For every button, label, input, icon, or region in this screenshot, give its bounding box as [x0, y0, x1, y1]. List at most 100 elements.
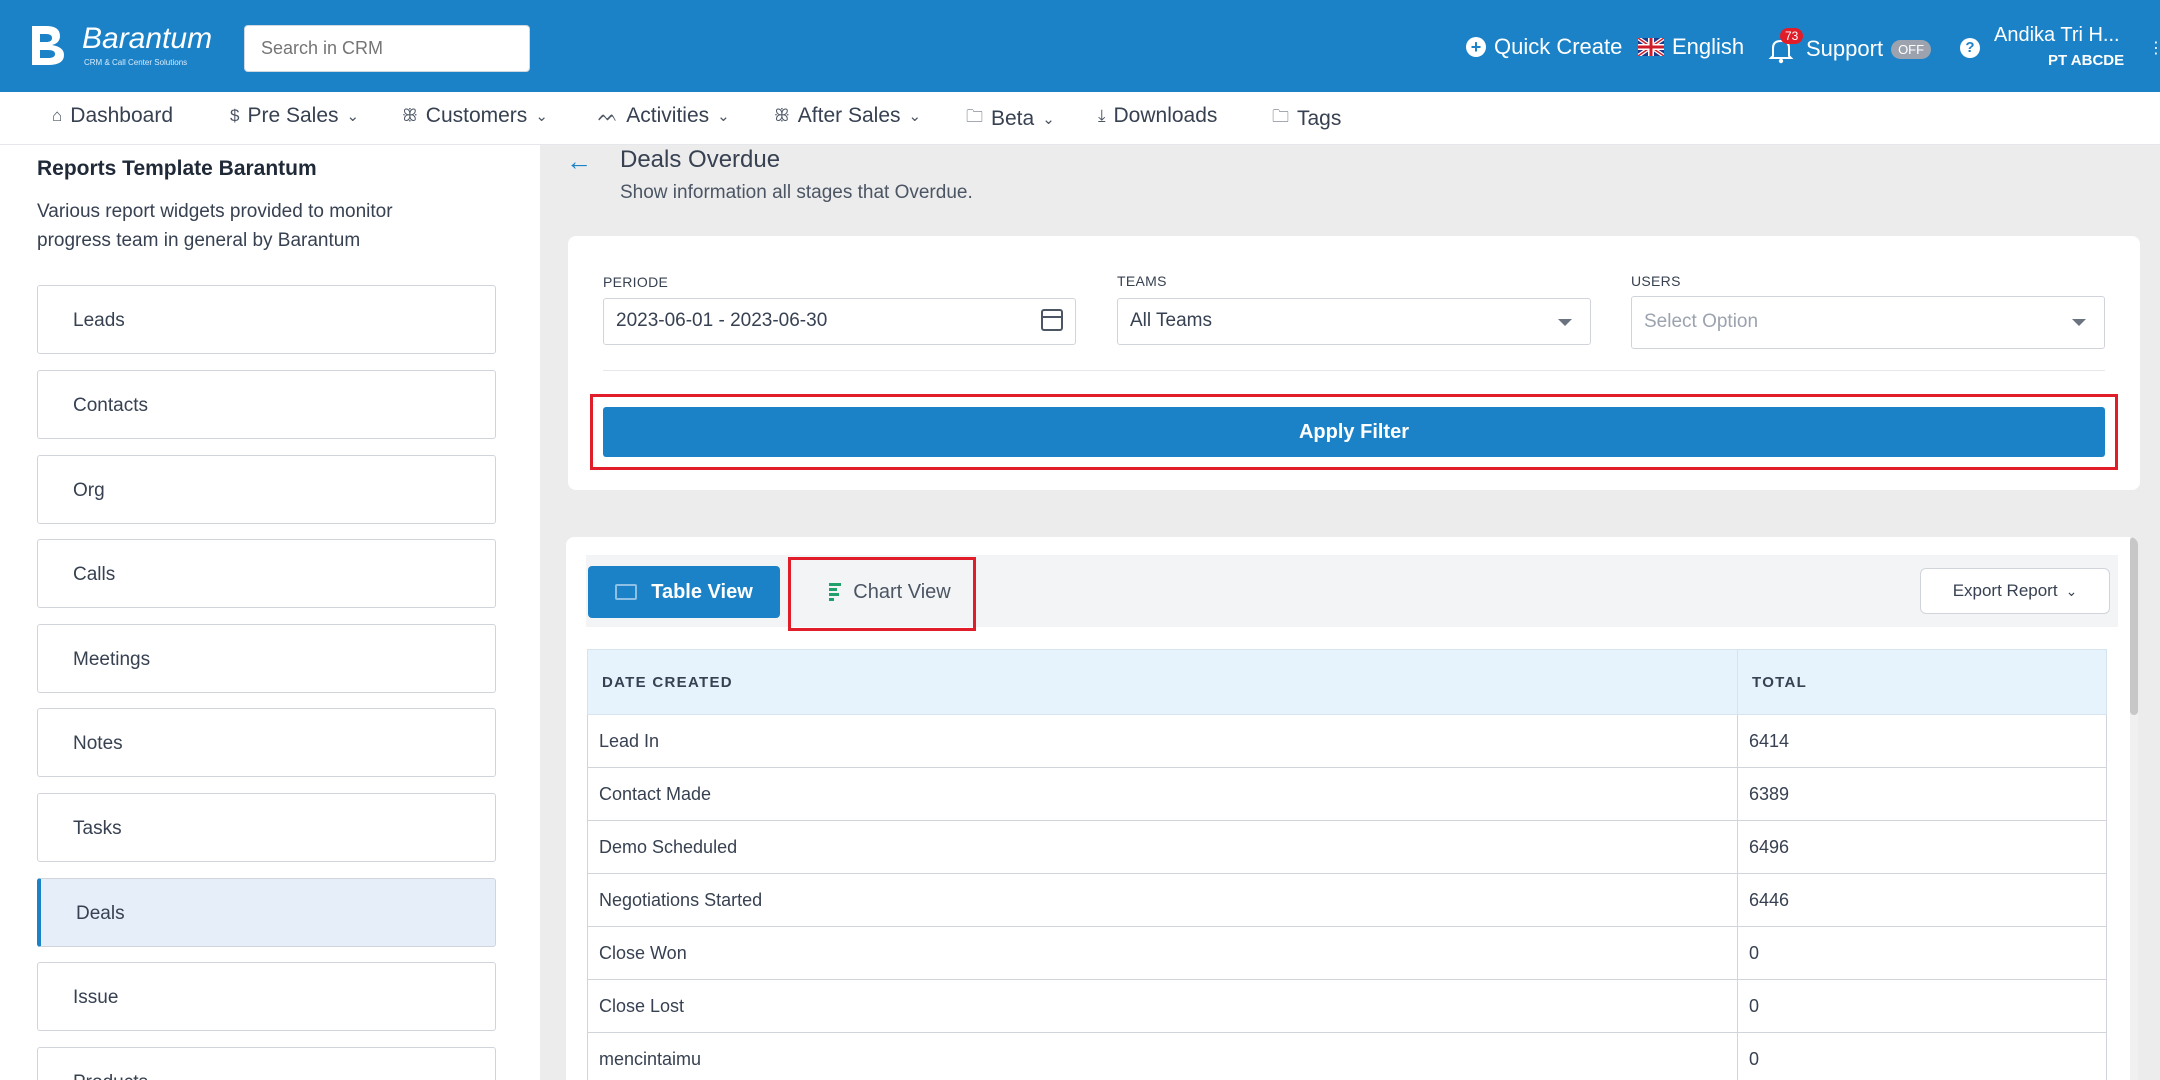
filter-divider — [603, 370, 2105, 371]
sidebar-description: Various report widgets provided to monit… — [37, 201, 393, 251]
support-label: Support — [1806, 36, 1884, 61]
brand-name: Barantum — [82, 22, 213, 55]
search-input[interactable] — [244, 25, 530, 72]
nav-item-downloads[interactable]: ⤓ Downloads — [1098, 104, 1217, 128]
periode-value: 2023-06-01 - 2023-06-30 — [616, 310, 828, 331]
main-nav: ⌂ Dashboard $ Pre Sales ⌄ ꕥ Customers ⌄ … — [0, 92, 2160, 145]
nav-item-dashboard[interactable]: ⌂ Dashboard — [52, 104, 173, 128]
brand-logo[interactable]: Barantum CRM & Call Center Solutions — [30, 20, 240, 70]
table-header-row: DATE CREATED TOTAL — [587, 649, 2107, 715]
folder-icon: 🗀 — [1272, 107, 1289, 126]
scrollbar-thumb[interactable] — [2130, 537, 2138, 715]
user-company: PT ABCDE — [2048, 52, 2125, 69]
sidebar-item-deals[interactable]: Deals — [37, 878, 496, 947]
report-panel: Table View Chart View Export Report ⌄ DA… — [566, 537, 2138, 1080]
nav-item-label: Customers — [425, 104, 528, 127]
nav-item-label: Beta — [991, 106, 1035, 130]
page-title: Deals Overdue — [620, 146, 781, 173]
stage-cell: Negotiations Started — [587, 873, 1738, 927]
quick-create-button[interactable]: + Quick Create — [1466, 34, 1622, 60]
users-select[interactable]: Select Option — [1631, 296, 2105, 349]
notification-count-badge: 73 — [1780, 28, 1804, 44]
periode-date-range-input[interactable]: 2023-06-01 - 2023-06-30 — [603, 298, 1076, 345]
help-icon: ? — [1960, 38, 1980, 58]
export-report-button[interactable]: Export Report ⌄ — [1920, 568, 2110, 614]
nav-item-label: Pre Sales — [247, 104, 339, 127]
sidebar-item-leads[interactable]: Leads — [37, 285, 496, 354]
stage-cell: Close Lost — [587, 979, 1738, 1033]
support-menu[interactable]: 73 Support OFF — [1768, 28, 1932, 64]
sidebar-item-products[interactable]: Products — [37, 1047, 496, 1080]
highlight-box-chart-view — [788, 557, 976, 631]
total-cell: 6496 — [1737, 820, 2107, 874]
nav-item-label: Downloads — [1113, 104, 1218, 127]
periode-label: PERIODE — [603, 274, 669, 290]
table-row: Lead In 6414 — [587, 714, 2107, 768]
brand-tagline: CRM & Call Center Solutions — [84, 58, 188, 67]
user-menu-icon[interactable]: ⋮ — [2148, 38, 2160, 58]
column-header-date-created[interactable]: DATE CREATED — [587, 649, 1738, 715]
notification-bell[interactable]: 73 — [1768, 28, 1804, 64]
dropdown-arrow-icon — [1558, 319, 1572, 326]
nav-item-beta[interactable]: 🗀 Beta ⌄ — [966, 104, 1055, 133]
users-placeholder: Select Option — [1644, 311, 1759, 332]
folder-icon: 🗀 — [966, 107, 983, 126]
nav-item-after-sales[interactable]: ꕥ After Sales ⌄ — [774, 104, 921, 128]
sidebar-title: Reports Template Barantum — [37, 157, 317, 180]
stage-cell: Demo Scheduled — [587, 820, 1738, 874]
dollar-icon: $ — [230, 106, 240, 125]
table-view-button[interactable]: Table View — [588, 566, 780, 618]
table-row: mencintaimu 0 — [587, 1032, 2107, 1080]
sidebar-item-calls[interactable]: Calls — [37, 539, 496, 608]
nav-item-tags[interactable]: 🗀 Tags — [1272, 104, 1341, 133]
chevron-down-icon: ⌄ — [535, 108, 548, 125]
table-row: Close Lost 0 — [587, 979, 2107, 1033]
nav-item-customers[interactable]: ꕥ Customers ⌄ — [402, 104, 548, 128]
nav-item-label: After Sales — [797, 104, 901, 127]
chevron-down-icon: ⌄ — [346, 108, 360, 125]
table-icon — [615, 584, 638, 600]
stage-cell: Close Won — [587, 926, 1738, 980]
top-bar: Barantum CRM & Call Center Solutions + Q… — [0, 0, 2160, 92]
reports-sidebar: Reports Template Barantum Various report… — [0, 145, 540, 1080]
highlight-box-apply-filter — [590, 394, 2118, 470]
table-view-label: Table View — [651, 580, 753, 603]
export-report-label: Export Report — [1952, 581, 2058, 600]
activity-icon: ᨓ — [598, 106, 619, 125]
uk-flag-icon — [1638, 38, 1664, 56]
nav-item-label: Tags — [1297, 106, 1342, 130]
sidebar-item-tasks[interactable]: Tasks — [37, 793, 496, 862]
plus-circle-icon: + — [1466, 37, 1486, 57]
language-selector[interactable]: English — [1638, 34, 1744, 60]
barantum-logo-icon — [32, 26, 64, 65]
sidebar-item-meetings[interactable]: Meetings — [37, 624, 496, 693]
column-header-total[interactable]: TOTAL — [1737, 649, 2107, 715]
sidebar-item-org[interactable]: Org — [37, 455, 496, 524]
table-row: Close Won 0 — [587, 926, 2107, 980]
page-subtitle: Show information all stages that Overdue… — [620, 182, 973, 203]
nav-item-label: Activities — [626, 104, 710, 127]
filter-panel: PERIODE 2023-06-01 - 2023-06-30 TEAMS Al… — [568, 236, 2140, 490]
users-label: USERS — [1631, 273, 1681, 289]
back-arrow-icon[interactable]: ← — [566, 146, 592, 177]
sidebar-item-contacts[interactable]: Contacts — [37, 370, 496, 439]
chevron-down-icon: ⌄ — [908, 108, 922, 125]
stage-cell: Contact Made — [587, 767, 1738, 821]
stage-cell: mencintaimu — [587, 1032, 1738, 1080]
total-cell: 0 — [1737, 1032, 2107, 1080]
support-toggle[interactable]: OFF — [1891, 39, 1932, 59]
total-cell: 0 — [1737, 979, 2107, 1033]
table-row: Contact Made 6389 — [587, 767, 2107, 821]
quick-create-label: Quick Create — [1494, 34, 1623, 59]
total-cell: 6414 — [1737, 714, 2107, 768]
sidebar-item-notes[interactable]: Notes — [37, 708, 496, 777]
user-name[interactable]: Andika Tri H... — [1994, 24, 2120, 47]
help-button[interactable]: ? — [1960, 38, 1980, 58]
chevron-down-icon: ⌄ — [1042, 110, 1055, 128]
nav-item-activities[interactable]: ᨓ Activities ⌄ — [598, 104, 730, 128]
teams-select[interactable]: All Teams — [1117, 298, 1591, 345]
nav-item-pre-sales[interactable]: $ Pre Sales ⌄ — [230, 104, 359, 128]
chevron-down-icon: ⌄ — [717, 108, 730, 125]
sidebar-item-issue[interactable]: Issue — [37, 962, 496, 1031]
report-table: DATE CREATED TOTAL Lead In 6414 Contact … — [587, 649, 2107, 1080]
